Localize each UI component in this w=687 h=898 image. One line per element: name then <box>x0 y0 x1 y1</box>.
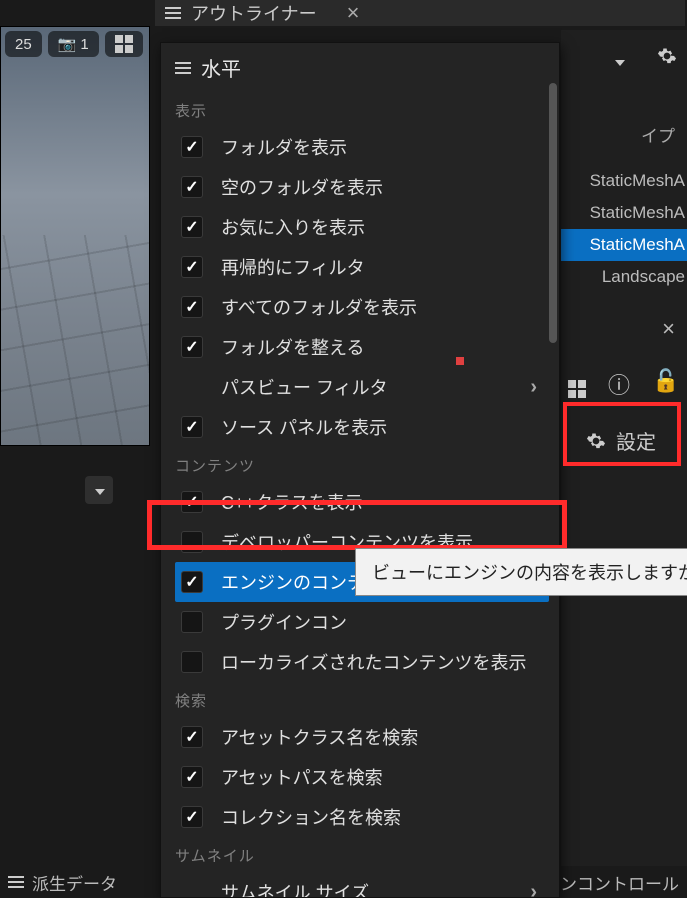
checkbox-icon[interactable] <box>181 651 203 673</box>
viewport-badge-speed[interactable]: 25 <box>5 31 42 57</box>
chevron-right-icon: › <box>530 881 537 898</box>
checkbox-icon[interactable] <box>181 806 203 828</box>
checkbox-icon[interactable] <box>181 766 203 788</box>
type-item[interactable]: StaticMeshA <box>561 197 687 229</box>
list-icon <box>165 7 181 19</box>
annotation-dot <box>456 357 464 365</box>
list-icon <box>8 876 24 888</box>
outliner-tab[interactable]: アウトライナー × <box>155 0 685 26</box>
section-thumbnail: サムネイル <box>175 837 549 872</box>
search-dropdown-icon[interactable] <box>613 46 625 72</box>
checkbox-icon[interactable] <box>181 416 203 438</box>
viewport-3d[interactable]: 25 📷 1 <box>0 26 150 446</box>
chevron-right-icon: › <box>530 376 537 399</box>
item-search-collection[interactable]: コレクション名を検索 <box>175 797 549 837</box>
checkbox-icon[interactable] <box>181 531 203 553</box>
gear-icon <box>586 431 606 451</box>
settings-label: 設定 <box>616 426 656 455</box>
tab-close-icon[interactable]: × <box>662 316 675 342</box>
close-icon[interactable]: × <box>347 0 360 26</box>
checkbox-icon[interactable] <box>181 336 203 358</box>
item-show-favorites[interactable]: お気に入りを表示 <box>175 207 549 247</box>
viewport-layout-icon[interactable] <box>105 31 143 57</box>
checkbox-icon[interactable] <box>181 571 203 593</box>
item-organize-folders[interactable]: フォルダを整える <box>175 327 549 367</box>
item-search-asset-path[interactable]: アセットパスを検索 <box>175 757 549 797</box>
viewport-dropdown[interactable] <box>85 476 113 504</box>
settings-menu: 水平 表示 フォルダを表示 空のフォルダを表示 お気に入りを表示 再帰的にフィル… <box>160 42 560 898</box>
tooltip: ビューにエンジンの内容を表示しますか? <box>355 548 687 596</box>
checkbox-icon[interactable] <box>181 726 203 748</box>
checkbox-icon[interactable] <box>181 216 203 238</box>
menu-icon <box>175 62 191 74</box>
item-thumbnail-size[interactable]: サムネイル サイズ› <box>175 872 549 898</box>
lock-icon[interactable]: 🔓 <box>652 368 679 400</box>
section-display: 表示 <box>175 92 549 127</box>
status-derived-data[interactable]: 派生データ <box>32 870 117 895</box>
settings-button[interactable]: 設定 <box>580 422 662 459</box>
scrollbar[interactable] <box>549 83 557 343</box>
item-show-source-panel[interactable]: ソース パネルを表示 <box>175 407 549 447</box>
status-control[interactable]: ンコントロール <box>560 870 679 895</box>
section-search: 検索 <box>175 682 549 717</box>
section-content: コンテンツ <box>175 447 549 482</box>
column-type[interactable]: イプ <box>561 122 687 165</box>
menu-header: 水平 <box>201 53 241 82</box>
item-search-asset-class[interactable]: アセットクラス名を検索 <box>175 717 549 757</box>
checkbox-icon[interactable] <box>181 611 203 633</box>
grid-view-icon[interactable] <box>568 368 586 400</box>
checkbox-icon[interactable] <box>181 256 203 278</box>
item-recursive-filter[interactable]: 再帰的にフィルタ <box>175 247 549 287</box>
type-item[interactable]: Landscape <box>561 261 687 293</box>
item-path-view-filter[interactable]: パスビュー フィルタ› <box>175 367 549 407</box>
checkbox-icon[interactable] <box>181 296 203 318</box>
item-show-empty-folders[interactable]: 空のフォルダを表示 <box>175 167 549 207</box>
outliner-right-panel: イプ StaticMeshA StaticMeshA StaticMeshA L… <box>561 30 687 898</box>
gear-icon[interactable] <box>657 46 677 72</box>
help-icon[interactable]: ⓘ <box>608 368 630 400</box>
tab-title: アウトライナー <box>191 0 317 26</box>
item-show-all-folders[interactable]: すべてのフォルダを表示 <box>175 287 549 327</box>
item-plugin-content[interactable]: プラグインコン <box>175 602 549 642</box>
item-show-folders[interactable]: フォルダを表示 <box>175 127 549 167</box>
item-localized-content[interactable]: ローカライズされたコンテンツを表示 <box>175 642 549 682</box>
checkbox-icon[interactable] <box>181 136 203 158</box>
type-item-selected[interactable]: StaticMeshA <box>561 229 687 261</box>
checkbox-icon[interactable] <box>181 491 203 513</box>
item-cpp-classes[interactable]: C++クラスを表示 <box>175 482 549 522</box>
checkbox-icon[interactable] <box>181 176 203 198</box>
type-item[interactable]: StaticMeshA <box>561 165 687 197</box>
viewport-badge-camera[interactable]: 📷 1 <box>48 31 99 57</box>
